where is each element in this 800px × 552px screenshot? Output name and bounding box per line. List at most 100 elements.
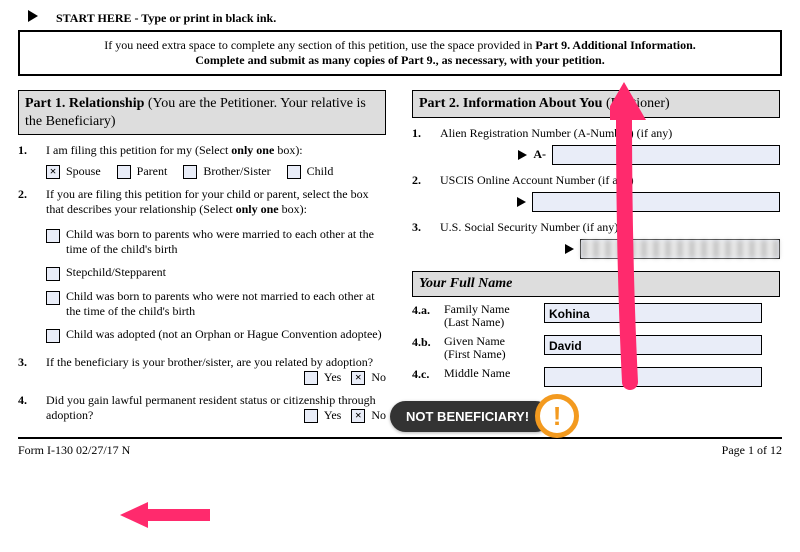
q1-text-b: only one xyxy=(231,143,274,157)
start-here-line: START HERE - Type or print in black ink. xyxy=(28,10,782,26)
n4b-l1: Given Name xyxy=(444,334,505,348)
q1-opt-label: Spouse xyxy=(66,164,101,179)
q1-opt-label: Brother/Sister xyxy=(203,164,270,179)
f3-num: 3. xyxy=(412,220,440,259)
field-ssn: 3. U.S. Social Security Number (if any) xyxy=(412,212,780,259)
q4-yes[interactable]: Yes xyxy=(304,408,341,423)
footer-left: Form I-130 02/27/17 N xyxy=(18,443,130,458)
q2-opt-label: Stepchild/Stepparent xyxy=(66,265,386,281)
q3-text: If the beneficiary is your brother/siste… xyxy=(46,355,373,369)
q2-opt-2[interactable]: Stepchild/Stepparent xyxy=(46,261,386,285)
no-label: No xyxy=(371,370,386,385)
checkbox-icon xyxy=(46,329,60,343)
n4b-l2: (First Name) xyxy=(444,347,506,361)
field-middle-name: 4.c. Middle Name xyxy=(412,361,780,387)
f2-num: 2. xyxy=(412,173,440,212)
q2-opt-label: Child was adopted (not an Orphan or Hagu… xyxy=(66,327,386,343)
triangle-right-icon xyxy=(517,197,526,207)
q1-opt-label: Child xyxy=(307,164,334,179)
no-label: No xyxy=(371,408,386,423)
checkbox-icon xyxy=(46,229,60,243)
q2-text-c: box): xyxy=(279,202,307,216)
instruction-bold-2: Complete and submit as many copies of Pa… xyxy=(195,53,604,67)
checkbox-icon xyxy=(46,291,60,305)
q1-option-brother-sister[interactable]: Brother/Sister xyxy=(183,164,270,179)
q3-no[interactable]: × No xyxy=(351,370,386,385)
n4c-l1: Middle Name xyxy=(444,366,510,380)
a-number-input[interactable] xyxy=(552,145,780,165)
part1-header: Part 1. Relationship (You are the Petiti… xyxy=(18,90,386,135)
instruction-bold-1: Part 9. Additional Information. xyxy=(535,38,695,52)
checkbox-icon xyxy=(304,409,318,423)
triangle-right-icon xyxy=(565,244,574,254)
checkbox-icon xyxy=(117,165,131,179)
q1-option-spouse[interactable]: × Spouse xyxy=(46,164,101,179)
q2-text-a: If you are filing this petition for your… xyxy=(46,187,369,216)
f3-label: U.S. Social Security Number (if any) xyxy=(440,220,780,235)
q2-text-b: only one xyxy=(236,202,279,216)
q2-opt-3[interactable]: Child was born to parents who were not m… xyxy=(46,285,386,323)
q1-text-c: box): xyxy=(274,143,302,157)
part2-header: Part 2. Information About You (Petitione… xyxy=(412,90,780,118)
q2-opt-4[interactable]: Child was adopted (not an Orphan or Hagu… xyxy=(46,323,386,347)
n4a-num: 4.a. xyxy=(412,303,444,318)
q1-num: 1. xyxy=(18,143,46,179)
annotation-arrow-left-icon xyxy=(120,500,210,530)
part2-header-bold: Part 2. Information About You xyxy=(419,96,606,111)
checkbox-icon xyxy=(46,267,60,281)
part2-header-rest: (Petitioner) xyxy=(606,96,670,111)
checkbox-icon: × xyxy=(351,371,365,385)
checkbox-icon: × xyxy=(46,165,60,179)
ssn-input[interactable] xyxy=(580,239,780,259)
q2-opt-label: Child was born to parents who were not m… xyxy=(66,289,386,319)
middle-name-input[interactable] xyxy=(544,367,762,387)
field-uscis-number: 2. USCIS Online Account Number (if any) xyxy=(412,165,780,212)
yes-label: Yes xyxy=(324,408,341,423)
checkbox-icon xyxy=(287,165,301,179)
yes-label: Yes xyxy=(324,370,341,385)
your-full-name-header: Your Full Name xyxy=(412,271,780,297)
q1-opt-label: Parent xyxy=(137,164,168,179)
page-footer: Form I-130 02/27/17 N Page 1 of 12 xyxy=(18,437,782,458)
q1-text-a: I am filing this petition for my (Select xyxy=(46,143,231,157)
q2: 2. If you are filing this petition for y… xyxy=(18,179,386,347)
checkbox-icon: × xyxy=(351,409,365,423)
triangle-right-icon xyxy=(28,10,40,26)
q3: 3. If the beneficiary is your brother/si… xyxy=(18,347,386,385)
q3-num: 3. xyxy=(18,355,46,385)
column-part2: Part 2. Information About You (Petitione… xyxy=(412,90,780,423)
part1-header-bold: Part 1. Relationship xyxy=(25,96,148,111)
q3-yes[interactable]: Yes xyxy=(304,370,341,385)
q4-no[interactable]: × No xyxy=(351,408,386,423)
q4-num: 4. xyxy=(18,393,46,423)
n4b-num: 4.b. xyxy=(412,335,444,350)
n4a-l2: (Last Name) xyxy=(444,315,504,329)
q2-opt-label: Child was born to parents who were marri… xyxy=(66,227,386,257)
n4a-l1: Family Name xyxy=(444,302,510,316)
checkbox-icon xyxy=(304,371,318,385)
f1-label: Alien Registration Number (A-Number) (if… xyxy=(440,126,780,141)
given-name-input[interactable]: David xyxy=(544,335,762,355)
q1-option-child[interactable]: Child xyxy=(287,164,334,179)
footer-right: Page 1 of 12 xyxy=(722,443,782,458)
field-a-number: 1. Alien Registration Number (A-Number) … xyxy=(412,118,780,165)
family-name-input[interactable]: Kohina xyxy=(544,303,762,323)
start-here-text: START HERE - Type or print in black ink. xyxy=(56,11,276,26)
f2-label: USCIS Online Account Number (if any) xyxy=(440,173,780,188)
field-given-name: 4.b. Given Name(First Name) David xyxy=(412,329,780,361)
q1: 1. I am filing this petition for my (Sel… xyxy=(18,135,386,179)
field-family-name: 4.a. Family Name(Last Name) Kohina xyxy=(412,297,780,329)
checkbox-icon xyxy=(183,165,197,179)
f1-num: 1. xyxy=(412,126,440,165)
triangle-right-icon xyxy=(518,150,527,160)
instruction-box: If you need extra space to complete any … xyxy=(18,30,782,76)
uscis-number-input[interactable] xyxy=(532,192,780,212)
column-part1: Part 1. Relationship (You are the Petiti… xyxy=(18,90,386,423)
q2-opt-1[interactable]: Child was born to parents who were marri… xyxy=(46,223,386,261)
n4c-num: 4.c. xyxy=(412,367,444,382)
instruction-text-1: If you need extra space to complete any … xyxy=(104,38,535,52)
a-prefix: A- xyxy=(533,147,546,162)
q4: 4. Did you gain lawful permanent residen… xyxy=(18,385,386,423)
q2-num: 2. xyxy=(18,187,46,347)
q1-option-parent[interactable]: Parent xyxy=(117,164,168,179)
